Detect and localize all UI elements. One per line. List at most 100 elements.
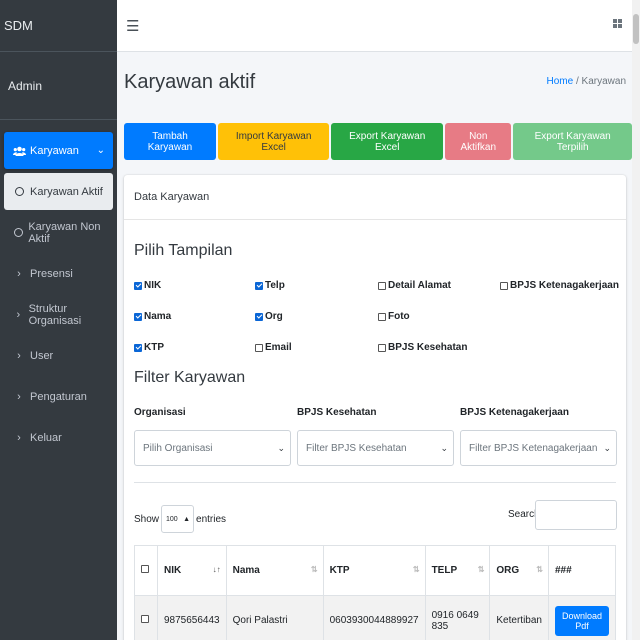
sidebar-item-pengaturan[interactable]: › Pengaturan (4, 378, 113, 415)
cell-nama: Qori Palastri (225, 595, 324, 640)
entries-length-select[interactable]: 100 ▲ (161, 505, 195, 533)
checkbox[interactable] (378, 312, 386, 321)
page-scrollbar[interactable] (632, 0, 640, 640)
cell-telp: 0916 0649 835 (424, 595, 491, 640)
action-buttons: Tambah Karyawan Import Karyawan Excel Ex… (124, 123, 632, 160)
checkbox-label: Foto (388, 311, 410, 322)
checkbox-label: Nama (144, 311, 172, 322)
cell-org: Ketertiban (489, 595, 549, 640)
toggle-foto[interactable]: Foto (378, 311, 410, 322)
checkbox[interactable] (134, 312, 142, 321)
sidebar-item-label: User (30, 349, 54, 362)
checkbox-label: Detail Alamat (388, 280, 451, 291)
chevron-right-icon: › (16, 308, 21, 321)
chevron-right-icon: › (17, 267, 21, 280)
sidebar-item-label: Struktur Organisasi (28, 302, 82, 327)
chevron-right-icon: › (17, 431, 21, 444)
non-aktifkan-button[interactable]: Non Aktifkan (445, 123, 512, 160)
sidebar-item-label: Karyawan Non Aktif (28, 220, 101, 245)
sidebar-item-label: Karyawan Aktif (30, 185, 103, 198)
checkbox[interactable] (255, 281, 263, 290)
checkbox-label: BPJS Kesehatan (388, 342, 468, 353)
select-placeholder: Pilih Organisasi (143, 442, 213, 454)
checkbox[interactable] (378, 343, 386, 352)
brand-title[interactable]: SDM (0, 0, 117, 52)
page-title: Karyawan aktif (124, 71, 256, 93)
column-header-ktp[interactable]: KTP ⇅ (322, 545, 426, 596)
bpjs-ketenagakerjaan-label: BPJS Ketenagakerjaan (460, 407, 569, 418)
filter-karyawan-title: Filter Karyawan (134, 369, 246, 386)
checkbox[interactable] (134, 343, 142, 352)
export-excel-button[interactable]: Export Karyawan Excel (331, 123, 444, 160)
column-header-org[interactable]: ORG ⇅ (489, 545, 549, 596)
row-select-cell (134, 595, 158, 640)
checkbox[interactable] (255, 312, 263, 321)
users-icon (12, 146, 26, 156)
chevron-down-icon: ⌄ (96, 145, 105, 156)
search-input[interactable] (535, 500, 617, 530)
organisasi-select[interactable]: Pilih Organisasi ⌄ (134, 430, 291, 466)
toggle-bpjs-kesehatan[interactable]: BPJS Kesehatan (378, 342, 467, 353)
apps-grid-icon[interactable] (613, 19, 622, 28)
bpjs-kesehatan-label: BPJS Kesehatan (297, 407, 377, 418)
header-label: KTP (329, 565, 350, 576)
download-pdf-button[interactable]: Download Pdf (555, 605, 609, 636)
toggle-ktp[interactable]: KTP (134, 342, 164, 353)
sidebar-item-keluar[interactable]: › Keluar (4, 419, 113, 456)
table-row: 9875656443 Qori Palastri 060393004488992… (134, 595, 616, 640)
sidebar-item-struktur-organisasi[interactable]: › Struktur Organisasi (4, 296, 113, 333)
toggle-email[interactable]: Email (255, 342, 292, 353)
sidebar-item-presensi[interactable]: › Presensi (4, 255, 113, 292)
checkbox-label: Email (265, 342, 292, 353)
divider (134, 482, 616, 483)
checkbox-label: NIK (144, 280, 162, 291)
sidebar-item-label: Presensi (30, 267, 73, 280)
sort-icon: ↓↑ (212, 565, 221, 574)
sort-icon: ⇅ (477, 565, 485, 574)
toggle-nik[interactable]: NIK (134, 280, 161, 291)
select-all-checkbox[interactable] (141, 565, 149, 573)
column-header-nik[interactable]: NIK ↓↑ (157, 545, 227, 596)
checkbox[interactable] (134, 281, 142, 290)
cell-action: Download Pdf (548, 595, 616, 640)
breadcrumb-home-link[interactable]: Home (547, 76, 574, 87)
sidebar-item-karyawan-non-aktif[interactable]: Karyawan Non Aktif (4, 214, 113, 251)
topbar: ☰ (117, 0, 632, 52)
import-excel-button[interactable]: Import Karyawan Excel (217, 123, 330, 160)
tambah-karyawan-button[interactable]: Tambah Karyawan (124, 123, 216, 160)
toggle-telp[interactable]: Telp (255, 280, 285, 291)
toggle-detail-alamat[interactable]: Detail Alamat (378, 280, 451, 291)
column-header-nama[interactable]: Nama ⇅ (225, 545, 324, 596)
scrollbar-thumb[interactable] (633, 14, 639, 44)
checkbox[interactable] (378, 281, 386, 290)
select-placeholder: Filter BPJS Ketenagakerjaan (469, 442, 598, 454)
export-terpilih-button[interactable]: Export Karyawan Terpilih (513, 123, 632, 160)
chevron-right-icon: › (17, 349, 21, 362)
toggle-nama[interactable]: Nama (134, 311, 171, 322)
user-name[interactable]: Admin (0, 52, 117, 120)
chevron-down-icon: ⌄ (440, 442, 448, 453)
toggle-bpjs-ketenagakerjaan[interactable]: BPJS Ketenagakerjaan (500, 280, 619, 291)
chevron-down-icon: ⌄ (277, 442, 285, 453)
sort-icon: ⇅ (536, 565, 543, 574)
sidebar-item-karyawan-aktif[interactable]: Karyawan Aktif (4, 173, 113, 210)
chevron-down-icon: ⌄ (603, 442, 611, 453)
column-header-telp[interactable]: TELP ⇅ (424, 545, 491, 596)
chevron-right-icon: › (17, 390, 21, 403)
toggle-org[interactable]: Org (255, 311, 283, 322)
table-header-row: NIK ↓↑ Nama ⇅ KTP ⇅ TELP ⇅ ORG ⇅ ### (134, 545, 616, 596)
sidebar-item-user[interactable]: › User (4, 337, 113, 374)
breadcrumb-current: Karyawan (581, 76, 626, 87)
bpjs-kesehatan-select[interactable]: Filter BPJS Kesehatan ⌄ (297, 430, 454, 466)
length-value: 100 (166, 515, 178, 523)
checkbox[interactable] (255, 343, 263, 352)
pilih-tampilan-title: Pilih Tampilan (134, 242, 233, 259)
checkbox[interactable] (500, 281, 508, 290)
cell-nik: 9875656443 (157, 595, 227, 640)
row-checkbox[interactable] (141, 615, 149, 623)
header-label: TELP (431, 565, 458, 576)
cell-ktp: 0603930044889927 (322, 595, 426, 640)
bpjs-ketenagakerjaan-select[interactable]: Filter BPJS Ketenagakerjaan ⌄ (460, 430, 617, 466)
hamburger-menu-icon[interactable]: ☰ (126, 17, 139, 35)
sidebar-item-karyawan[interactable]: Karyawan ⌄ (4, 132, 113, 169)
